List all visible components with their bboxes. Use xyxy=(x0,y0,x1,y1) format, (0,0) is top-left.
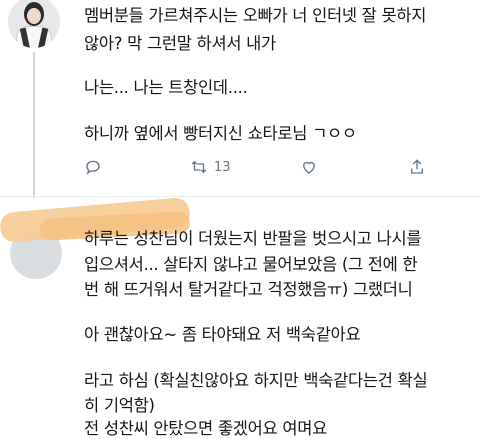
like-button[interactable] xyxy=(300,158,318,176)
tweet-text-line: 히 기억함) xyxy=(84,396,155,415)
tweet-text-line: 라고 하심 (확실친않아요 하지만 백숙같다는건 확실 xyxy=(84,371,428,390)
tweet[interactable]: 멤버분들 가르쳐주시는 오빠가 너 인터넷 잘 못하지 않아? 막 그런말 하셔… xyxy=(0,0,480,198)
tweet-text-line: 않아? 막 그런말 하셔서 내가 xyxy=(84,34,276,53)
reply-button[interactable] xyxy=(84,158,102,176)
share-button[interactable] xyxy=(408,158,426,176)
tweet-text-line: 하루는 성찬님이 더웠는지 반팔을 벗으시고 나시를 xyxy=(84,229,422,248)
tweet-actions: 13 xyxy=(84,158,464,178)
tweet-text-line: 번 해 뜨거워서 탈거같다고 걱정했음ㅠ) 그랬더니 xyxy=(84,280,413,299)
user-avatar[interactable] xyxy=(8,0,60,48)
thread-connector-line xyxy=(33,52,35,198)
tweet-text-line: 나는... 나는 트창인데.... xyxy=(84,78,248,97)
tweet[interactable]: 하루는 성찬님이 더웠는지 반팔을 벗으시고 나시를 입으셔서... 살타지 않… xyxy=(0,196,480,439)
share-icon xyxy=(411,159,423,174)
tweet-text-line: 멤버분들 가르쳐주시는 오빠가 너 인터넷 잘 못하지 xyxy=(84,6,427,25)
tweet-text-line: 전 성찬씨 안탔으면 좋겠어요 여며요 xyxy=(84,419,327,438)
retweet-count: 13 xyxy=(214,159,231,175)
tweet-text-line: 아 괜찮아요~ 좀 타야돼요 저 백숙같아요 xyxy=(84,325,361,344)
tweet-text-line: 하니까 옆에서 빵터지신 쇼타로님 ㄱㅇㅇ xyxy=(84,124,357,143)
avatar-face xyxy=(27,8,41,24)
retweet-button[interactable]: 13 xyxy=(190,158,231,176)
retweet-icon xyxy=(191,160,207,174)
tweet-text-line: 입으셔서... 살타지 않냐고 물어보았음 (그 전에 한 xyxy=(84,255,418,274)
reply-icon xyxy=(86,160,100,175)
like-icon xyxy=(303,161,315,174)
